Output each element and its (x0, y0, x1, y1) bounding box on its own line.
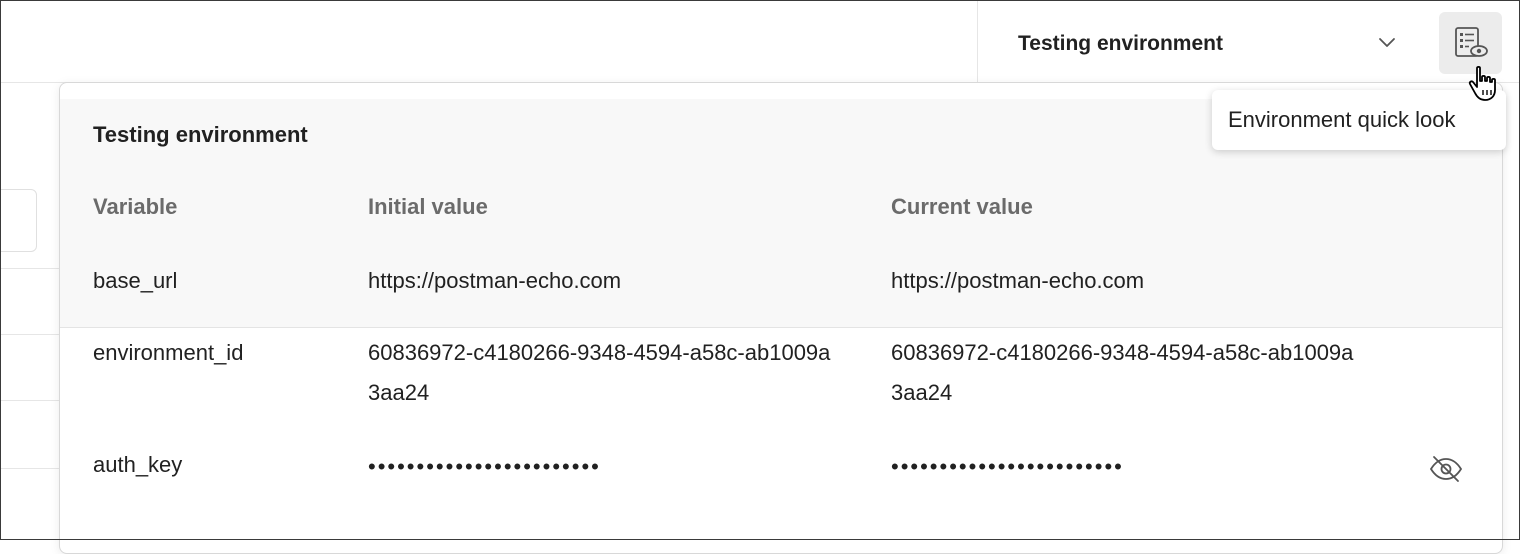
initial-value[interactable]: 60836972-c4180266-9348-4594-a58c-ab1009a… (368, 333, 838, 413)
initial-value[interactable]: https://postman-echo.com (368, 261, 621, 301)
current-value-masked[interactable]: •••••••••••••••••••••••• (891, 447, 1124, 487)
chevron-down-icon (1379, 38, 1395, 47)
environment-selector[interactable]: Testing environment (1000, 14, 1420, 72)
environment-quick-look-icon (1455, 27, 1488, 57)
background-input (0, 189, 37, 252)
background-divider (0, 468, 60, 469)
environment-quick-look-button[interactable] (1439, 12, 1502, 74)
column-header-variable: Variable (93, 194, 178, 219)
environment-divider (977, 0, 978, 82)
panel-title: Testing environment (93, 122, 308, 147)
background-divider (0, 334, 60, 335)
environment-selector-label: Testing environment (1018, 32, 1223, 55)
environment-quick-look-panel: Testing environment Variable Initial val… (59, 82, 1503, 554)
column-header-initial-value: Initial value (368, 194, 488, 219)
variable-name: base_url (93, 268, 178, 293)
background-divider (0, 400, 60, 401)
current-value[interactable]: https://postman-echo.com (891, 261, 1144, 301)
column-header-current-value: Current value (891, 194, 1033, 219)
initial-value-masked[interactable]: •••••••••••••••••••••••• (368, 447, 601, 487)
tooltip-text: Environment quick look (1228, 107, 1456, 132)
background-divider (0, 268, 60, 269)
environment-quick-look-tooltip: Environment quick look (1212, 90, 1506, 150)
variable-name: auth_key (93, 452, 183, 477)
variable-name: environment_id (93, 340, 244, 365)
current-value[interactable]: 60836972-c4180266-9348-4594-a58c-ab1009a… (891, 333, 1361, 413)
eye-slash-icon[interactable] (1428, 454, 1464, 484)
